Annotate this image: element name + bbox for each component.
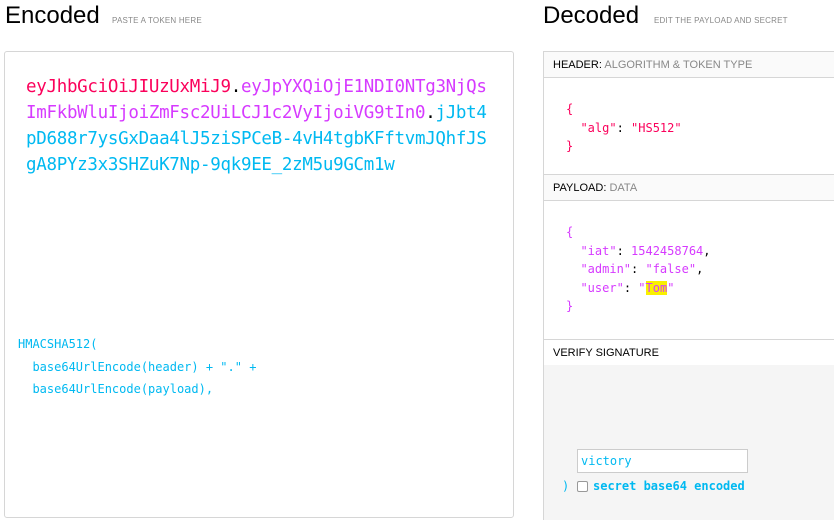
alg-key: "alg" xyxy=(580,120,617,135)
token-dot-1: . xyxy=(230,77,242,97)
payload-json-editor[interactable]: { "iat": 1542458764, "admin": "false", "… xyxy=(544,201,834,340)
encoded-title: Encoded xyxy=(5,2,100,29)
header-close-brace: } xyxy=(566,139,574,153)
alg-value: "HS512" xyxy=(631,120,682,135)
secret-input[interactable] xyxy=(577,449,748,473)
verify-section-label: VERIFY SIGNATURE xyxy=(544,340,834,366)
admin-value: "false" xyxy=(645,262,697,276)
header-label-muted: ALGORITHM & TOKEN TYPE xyxy=(604,59,753,71)
payload-open-brace: { xyxy=(566,225,574,239)
decoded-title: Decoded xyxy=(543,2,640,29)
verify-signature-code: HMACSHA512( base64UrlEncode(header) + ".… xyxy=(18,333,256,401)
secret-base64-checkbox[interactable] xyxy=(577,481,588,492)
admin-colon: : xyxy=(631,262,646,276)
decoded-subtitle: EDIT THE PAYLOAD AND SECRET xyxy=(654,16,788,25)
payload-label: PAYLOAD: xyxy=(553,182,607,194)
header-label: HEADER: xyxy=(553,59,602,71)
header-json-editor[interactable]: { "alg": "HS512" } xyxy=(544,78,834,175)
user-quote-open: " xyxy=(638,280,646,295)
verify-signature-block xyxy=(544,365,834,520)
header-open-brace: { xyxy=(566,102,574,116)
iat-key: "iat" xyxy=(580,243,617,258)
payload-close-brace: } xyxy=(566,299,574,313)
user-value-highlight: Tom xyxy=(645,280,668,295)
encoded-subtitle: PASTE A TOKEN HERE xyxy=(112,16,202,25)
payload-json-code[interactable]: { "iat": 1542458764, "admin": "false", "… xyxy=(566,223,711,316)
payload-label-muted: DATA xyxy=(609,182,638,194)
iat-value: 1542458764 xyxy=(631,243,704,258)
alg-colon: : xyxy=(616,120,632,135)
token-header-part: eyJhbGciOiJIUzUxMiJ9 xyxy=(26,77,231,97)
hmac-line-1: HMACSHA512( xyxy=(18,337,98,351)
admin-comma: , xyxy=(696,262,704,276)
user-quote-close: " xyxy=(667,280,675,295)
header-section-label: HEADER: ALGORITHM & TOKEN TYPE xyxy=(544,52,834,78)
admin-key: "admin" xyxy=(580,262,632,276)
iat-colon: : xyxy=(616,243,632,258)
encoded-token-text[interactable]: eyJhbGciOiJIUzUxMiJ9.eyJpYXQiOjE1NDI0NTg… xyxy=(26,74,496,178)
payload-section-label: PAYLOAD: DATA xyxy=(544,175,834,201)
hmac-line-2: base64UrlEncode(header) + "." + xyxy=(18,359,257,374)
token-dot-2: . xyxy=(425,103,436,123)
hmac-line-3: base64UrlEncode(payload), xyxy=(18,382,214,396)
iat-comma: , xyxy=(703,243,711,258)
encoded-token-input[interactable]: eyJhbGciOiJIUzUxMiJ9.eyJpYXQiOjE1NDI0NTg… xyxy=(4,51,514,518)
jwt-debugger: Encoded PASTE A TOKEN HERE Decoded EDIT … xyxy=(0,0,834,523)
header-json-code[interactable]: { "alg": "HS512" } xyxy=(566,100,682,156)
secret-base64-label[interactable]: secret base64 encoded xyxy=(593,478,745,494)
hmac-close-paren: ) xyxy=(562,479,570,493)
user-colon: : xyxy=(623,280,639,295)
user-key: "user" xyxy=(580,280,624,295)
